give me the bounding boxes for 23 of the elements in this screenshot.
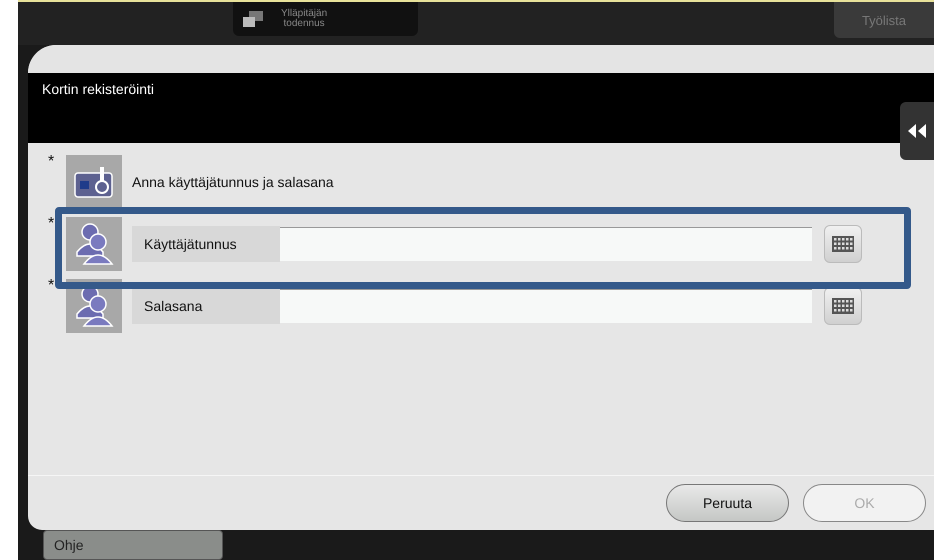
job-list-button[interactable]: Työlista bbox=[834, 2, 934, 38]
keyboard-icon bbox=[832, 236, 854, 252]
dialog-title: Kortin rekisteröinti bbox=[42, 81, 154, 97]
input-field[interactable] bbox=[280, 289, 812, 323]
admin-authentication-button[interactable]: Ylläpitäjän todennus bbox=[233, 2, 418, 36]
cancel-button[interactable]: Peruuta bbox=[666, 484, 789, 522]
side-panel-tab[interactable] bbox=[900, 102, 934, 160]
instruction-text: Anna käyttäjätunnus ja salasana bbox=[132, 174, 334, 190]
help-button[interactable]: Ohje bbox=[43, 530, 223, 560]
keyboard-icon bbox=[832, 298, 854, 314]
keyboard-button[interactable] bbox=[824, 287, 862, 325]
required-mark: * bbox=[48, 217, 56, 231]
required-mark: * bbox=[48, 155, 56, 169]
required-mark: * bbox=[48, 279, 56, 293]
admin-authentication-label: Ylläpitäjän todennus bbox=[281, 9, 328, 29]
keyboard-button[interactable] bbox=[824, 225, 862, 263]
field-label: Salasana bbox=[132, 288, 280, 324]
users-icon bbox=[74, 222, 114, 266]
windows-icon bbox=[243, 11, 263, 27]
card-key-icon bbox=[74, 165, 114, 199]
double-chevron-left-icon bbox=[907, 124, 927, 138]
input-field[interactable] bbox=[280, 227, 812, 261]
field-label: Käyttäjätunnus bbox=[132, 226, 280, 262]
